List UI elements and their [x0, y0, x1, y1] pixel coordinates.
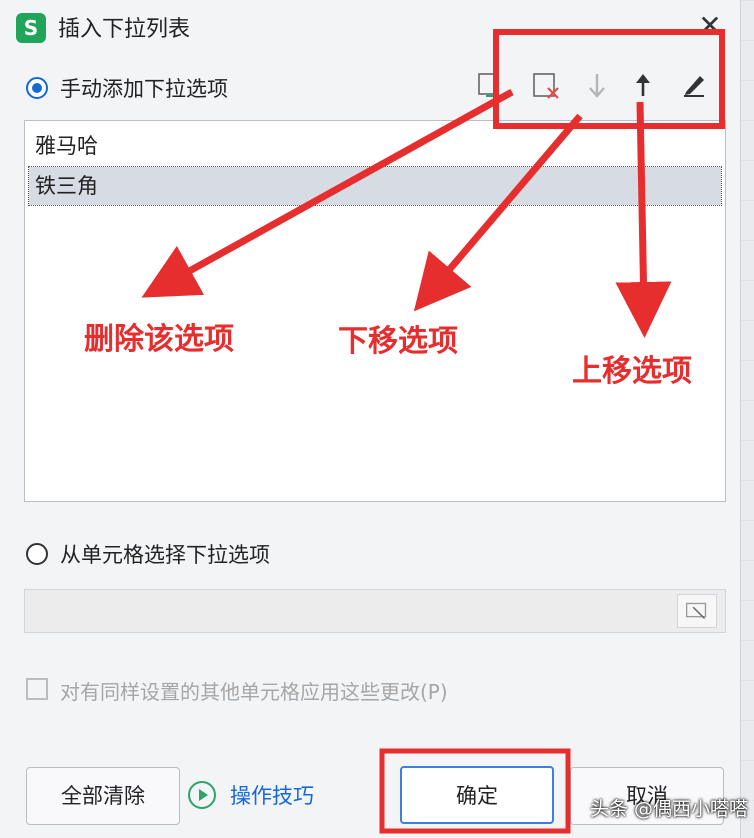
delete-item-icon[interactable]	[530, 68, 564, 102]
annotation-move-up: 上移选项	[572, 354, 692, 389]
annotation-delete: 删除该选项	[84, 322, 234, 357]
wps-sheet-app-icon: S	[16, 13, 46, 43]
from-cells-radio[interactable]	[26, 543, 48, 565]
insert-dropdown-dialog: S 插入下拉列表 ✕ 手动添加下拉选项 雅马哈 铁三角 从单元格选择下拉选项 对…	[0, 0, 741, 838]
range-select-icon[interactable]	[677, 594, 717, 628]
manual-radio[interactable]	[26, 77, 48, 99]
annotation-move-down: 下移选项	[338, 324, 458, 359]
add-item-icon[interactable]	[474, 68, 508, 102]
clear-all-button[interactable]: 全部清除	[26, 767, 180, 825]
dialog-title: 插入下拉列表	[58, 17, 191, 42]
apply-to-all-checkbox[interactable]	[26, 678, 48, 700]
manual-radio-label[interactable]: 手动添加下拉选项	[60, 73, 228, 103]
apply-to-all-label: 对有同样设置的其他单元格应用这些更改(P)	[60, 680, 448, 704]
cell-range-input[interactable]	[24, 589, 726, 633]
move-up-icon[interactable]	[626, 68, 660, 102]
watermark: 头条 @偶西小嗒嗒	[590, 798, 749, 820]
dropdown-options-list[interactable]: 雅马哈 铁三角	[24, 120, 726, 502]
tips-link[interactable]: 操作技巧	[230, 780, 314, 810]
close-icon[interactable]: ✕	[690, 6, 730, 46]
play-tips-icon[interactable]	[188, 781, 216, 809]
list-item-selected[interactable]: 铁三角	[28, 166, 722, 206]
ok-button[interactable]: 确定	[400, 766, 554, 824]
move-down-icon[interactable]	[580, 68, 614, 102]
list-item[interactable]: 雅马哈	[29, 127, 721, 165]
title-bar: S 插入下拉列表 ✕	[0, 0, 740, 54]
from-cells-radio-label[interactable]: 从单元格选择下拉选项	[60, 539, 270, 569]
edit-icon[interactable]	[676, 68, 710, 102]
